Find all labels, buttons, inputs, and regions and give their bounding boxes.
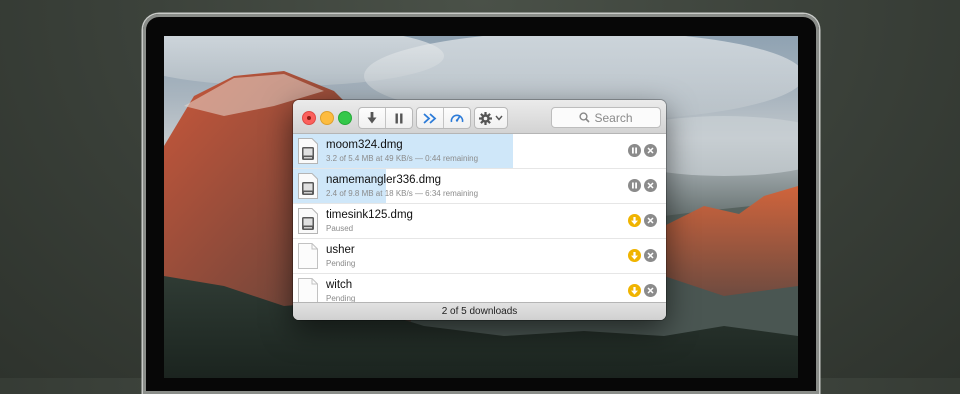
disk-image-icon [298, 138, 318, 164]
search-placeholder: Search [594, 110, 633, 125]
disk-image-icon [298, 173, 318, 199]
pause-download-button[interactable] [628, 179, 641, 192]
cancel-download-button[interactable] [644, 214, 657, 227]
pause-download-button[interactable] [628, 144, 641, 157]
download-status: Paused [326, 224, 354, 233]
resume-download-button[interactable] [628, 284, 641, 297]
speed-limit-button[interactable] [444, 108, 470, 128]
close-icon [647, 217, 654, 224]
close-icon [647, 182, 654, 189]
download-row[interactable]: usher Pending [293, 239, 666, 274]
close-icon [647, 147, 654, 154]
fast-forward-icon [423, 112, 437, 124]
download-status: 3.2 of 5.4 MB at 49 KB/s — 0:44 remainin… [326, 154, 479, 163]
download-name: timesink125.dmg [326, 209, 413, 221]
download-name: witch [326, 279, 353, 291]
close-icon [647, 252, 654, 259]
cancel-download-button[interactable] [644, 179, 657, 192]
download-status: 2.4 of 9.8 MB at 18 KB/s — 6:34 remainin… [326, 189, 479, 198]
resume-download-button[interactable] [628, 249, 641, 262]
pause-icon [395, 113, 403, 123]
pause-icon [632, 147, 637, 154]
pause-all-button[interactable] [386, 108, 412, 128]
settings-menu-button[interactable] [474, 107, 508, 129]
download-name: usher [326, 244, 355, 256]
downloads-window: Search moom324.dmg 3.2 of 5.4 MB at 49 K… [293, 100, 666, 320]
search-icon [579, 112, 591, 123]
download-status: Pending [326, 259, 356, 268]
download-button[interactable] [359, 108, 386, 128]
download-row[interactable]: namemangler336.dmg 2.4 of 9.8 MB at 18 K… [293, 169, 666, 204]
settings-gear[interactable] [475, 108, 507, 128]
download-icon [367, 112, 377, 124]
search-field[interactable]: Search [551, 107, 661, 128]
download-row[interactable]: moom324.dmg 3.2 of 5.4 MB at 49 KB/s — 0… [293, 134, 666, 169]
download-name: moom324.dmg [326, 139, 403, 151]
minimize-window-button[interactable] [320, 111, 334, 125]
document-icon [298, 243, 318, 269]
download-icon [631, 216, 638, 225]
cancel-download-button[interactable] [644, 144, 657, 157]
cancel-download-button[interactable] [644, 284, 657, 297]
gear-icon [479, 111, 492, 125]
downloads-list: moom324.dmg 3.2 of 5.4 MB at 49 KB/s — 0… [293, 134, 666, 304]
downloads-count: 2 of 5 downloads [293, 302, 666, 320]
close-icon [647, 287, 654, 294]
speedometer-icon [450, 114, 464, 123]
download-controls [358, 107, 413, 129]
disk-image-icon [298, 208, 318, 234]
chevron-down-icon [495, 115, 503, 121]
close-window-button[interactable] [302, 111, 316, 125]
download-icon [631, 251, 638, 260]
accelerate-button[interactable] [417, 108, 444, 128]
speed-controls [416, 107, 471, 129]
zoom-window-button[interactable] [338, 111, 352, 125]
pause-icon [632, 182, 637, 189]
cancel-download-button[interactable] [644, 249, 657, 262]
document-icon [298, 278, 318, 304]
download-name: namemangler336.dmg [326, 174, 442, 186]
download-row[interactable]: timesink125.dmg Paused [293, 204, 666, 239]
download-icon [631, 286, 638, 295]
toolbar: Search [293, 100, 666, 134]
resume-download-button[interactable] [628, 214, 641, 227]
